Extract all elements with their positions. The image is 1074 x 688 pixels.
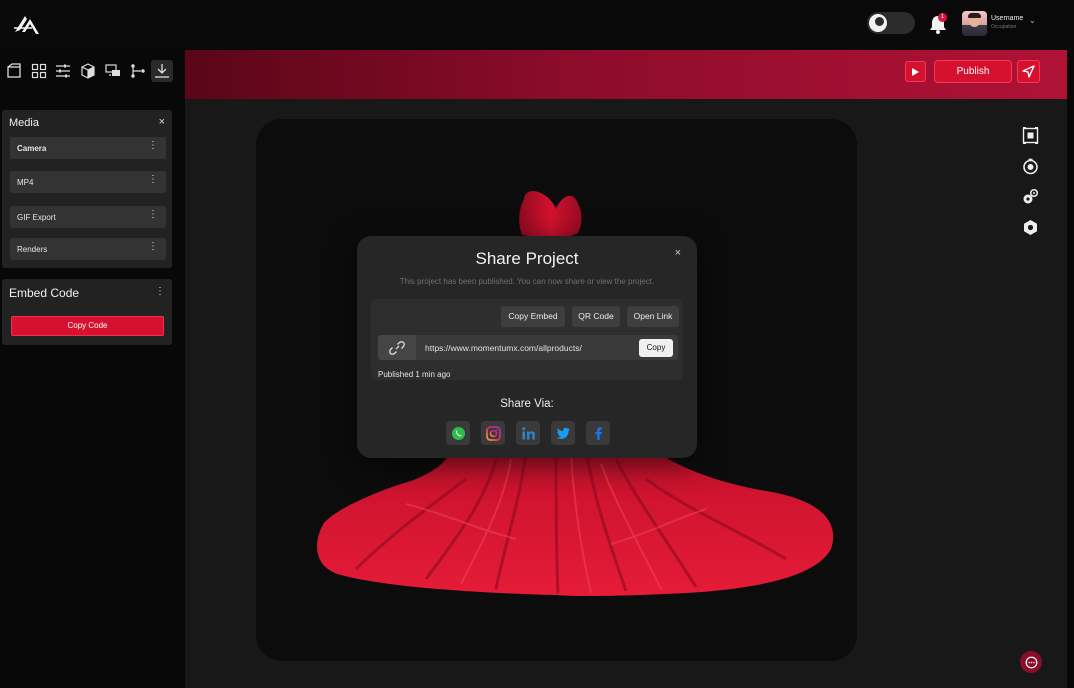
more-options-icon[interactable]: ⋮: [148, 242, 158, 252]
modal-title: Share Project: [475, 249, 579, 268]
copy-link-button[interactable]: Copy: [639, 339, 673, 357]
sliders-icon[interactable]: [52, 60, 74, 82]
frame-icon[interactable]: [1020, 125, 1040, 145]
media-item-label: Camera: [17, 144, 47, 153]
copy-embed-button[interactable]: Copy Embed: [501, 306, 565, 327]
send-icon[interactable]: [1017, 60, 1040, 83]
media-panel: Media × Camera ⋮ MP4 ⋮ GIF Export ⋮ Rend…: [2, 110, 172, 268]
timer-icon[interactable]: [1020, 156, 1040, 176]
publish-button[interactable]: Publish: [934, 60, 1012, 83]
download-icon[interactable]: [151, 60, 173, 82]
copy-code-button[interactable]: Copy Code: [11, 316, 164, 336]
left-toolbar: [0, 50, 185, 90]
linkedin-icon[interactable]: [516, 421, 540, 445]
facebook-icon[interactable]: [586, 421, 610, 445]
cube-icon[interactable]: [77, 60, 99, 82]
share-project-modal: Share Project × This project has been pu…: [357, 236, 697, 458]
media-item-gif-export[interactable]: GIF Export ⋮: [10, 206, 166, 228]
share-url-row: https://www.momentumx.com/allproducts/ C…: [378, 335, 678, 360]
user-name[interactable]: Username: [991, 15, 1023, 22]
media-item-mp4[interactable]: MP4 ⋮: [10, 171, 166, 193]
twitter-icon[interactable]: [551, 421, 575, 445]
close-icon[interactable]: ×: [675, 247, 681, 259]
media-item-renders[interactable]: Renders ⋮: [10, 238, 166, 260]
share-via-label: Share Via:: [500, 398, 554, 410]
grid-icon[interactable]: [28, 60, 50, 82]
header-banner: Publish: [185, 50, 1067, 99]
more-options-icon[interactable]: ⋮: [148, 210, 158, 220]
more-options-icon[interactable]: ⋮: [148, 141, 158, 151]
user-occupation: Occupation: [991, 24, 1017, 30]
chat-icon[interactable]: [1020, 651, 1042, 673]
whatsapp-icon[interactable]: [446, 421, 470, 445]
published-status: Published 1 min ago: [378, 370, 451, 379]
embed-panel-title: Embed Code: [9, 286, 80, 300]
media-item-label: GIF Export: [17, 213, 56, 222]
media-panel-title: Media: [9, 117, 39, 129]
more-options-icon[interactable]: ⋮: [148, 175, 158, 185]
display-icon[interactable]: [102, 60, 124, 82]
qr-code-button[interactable]: QR Code: [572, 306, 620, 327]
modal-subtitle: This project has been published. You can…: [399, 277, 655, 286]
avatar[interactable]: [962, 11, 987, 36]
open-link-button[interactable]: Open Link: [627, 306, 679, 327]
notification-badge: 1: [938, 13, 947, 22]
share-link-box: Copy Embed QR Code Open Link https://www…: [371, 299, 683, 380]
gears-icon[interactable]: [1020, 187, 1040, 207]
instagram-icon[interactable]: [481, 421, 505, 445]
share-url[interactable]: https://www.momentumx.com/allproducts/: [425, 343, 582, 353]
media-item-label: MP4: [17, 178, 34, 187]
play-icon[interactable]: [905, 61, 926, 82]
embed-code-panel: Embed Code ⋮ Copy Code: [2, 279, 172, 345]
media-item-camera[interactable]: Camera ⋮: [10, 137, 166, 159]
top-bar: 1 Username Occupation ⌄: [0, 0, 1074, 50]
theme-toggle[interactable]: [867, 12, 915, 34]
media-item-label: Renders: [17, 245, 48, 254]
link-icon: [378, 335, 416, 360]
flow-icon[interactable]: [127, 60, 149, 82]
brand-logo[interactable]: [12, 10, 42, 38]
scene-icon[interactable]: [3, 60, 25, 82]
close-icon[interactable]: ×: [159, 116, 165, 128]
more-options-icon[interactable]: ⋮: [155, 286, 165, 297]
moon-icon: [869, 14, 887, 32]
chevron-down-icon[interactable]: ⌄: [1029, 16, 1036, 25]
hexagon-icon[interactable]: [1020, 217, 1040, 237]
